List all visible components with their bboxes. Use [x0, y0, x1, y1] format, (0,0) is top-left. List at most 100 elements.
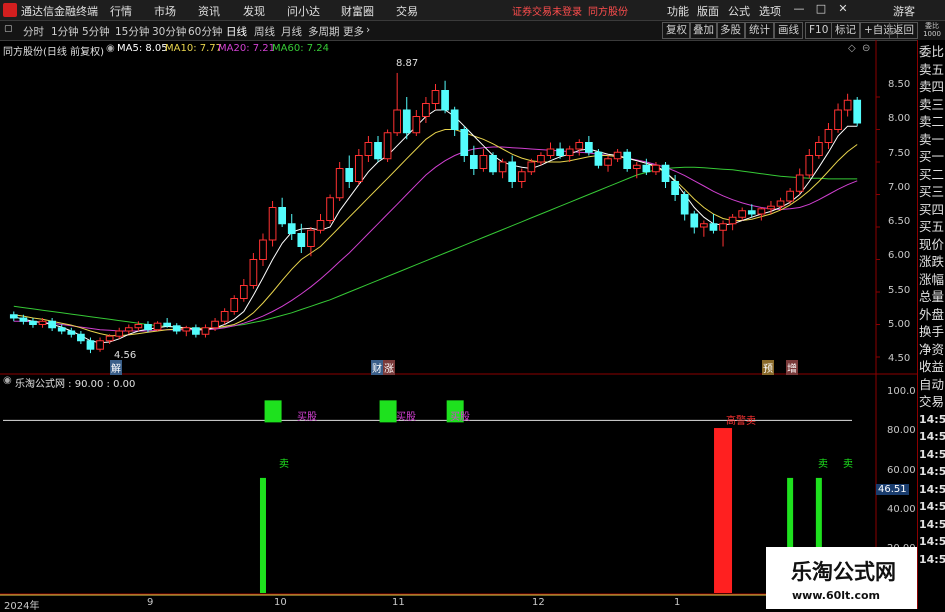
menu-discover[interactable]: 发现 — [243, 3, 265, 19]
candle-body — [642, 164, 651, 173]
menu-news[interactable]: 资讯 — [198, 3, 220, 19]
more-arrow-icon[interactable]: › — [366, 24, 370, 36]
buy-signal-block — [379, 400, 397, 423]
quote-field-item[interactable]: 涨幅 — [919, 272, 944, 287]
period-15min[interactable]: 15分钟 — [115, 24, 149, 39]
candle-body — [335, 168, 344, 199]
back-button[interactable]: 返回 — [889, 22, 918, 39]
x-tick: 2024年 — [4, 601, 40, 612]
quote-field-item[interactable]: 买三 — [919, 185, 944, 199]
trade-time-item[interactable]: 14:56 — [919, 448, 945, 462]
period-more[interactable]: 更多 — [343, 24, 364, 39]
sell-signal-label: 卖 — [843, 459, 853, 470]
period-weekly[interactable]: 周线 — [254, 24, 275, 39]
minimize-icon[interactable]: — — [792, 2, 806, 16]
menu-formula[interactable]: 公式 — [728, 3, 750, 19]
candle-body — [498, 161, 507, 173]
candle-body — [728, 216, 737, 225]
menu-ask[interactable]: 问小达 — [287, 3, 320, 19]
indicator-settings-icon[interactable]: ◉ — [3, 375, 12, 386]
trade-time-item[interactable]: 14:56 — [919, 518, 945, 532]
quote-field-item[interactable]: 总量 — [919, 290, 944, 304]
overlay-button[interactable]: 叠加 — [689, 22, 718, 39]
menu-layout[interactable]: 版面 — [697, 3, 719, 19]
quote-field-item[interactable]: 卖五 — [919, 62, 944, 77]
candle-body — [719, 223, 727, 231]
maximize-icon[interactable]: □ — [814, 2, 828, 16]
mark-button[interactable]: 标记 — [831, 22, 860, 39]
kline-chart[interactable] — [0, 40, 917, 609]
login-status[interactable]: 证券交易未登录 — [512, 3, 582, 18]
candle-body — [489, 155, 497, 173]
quote-field-item[interactable]: 卖一 — [919, 132, 944, 147]
draw-line-button[interactable]: 画线 — [774, 22, 803, 39]
quote-field-item[interactable]: 现价 — [919, 237, 944, 252]
quote-field-item[interactable]: 交易 — [919, 395, 944, 409]
menu-quotes[interactable]: 行情 — [110, 3, 132, 19]
quote-field-item[interactable]: 委比 — [919, 45, 944, 59]
trade-time-item[interactable]: 14:56 — [919, 500, 945, 514]
candle-body — [584, 142, 593, 153]
trade-time-item[interactable]: 14:56 — [919, 553, 945, 567]
ma60-line — [13, 166, 858, 329]
candle-body — [153, 322, 162, 331]
period-monthly[interactable]: 月线 — [281, 24, 302, 39]
app-logo-icon — [3, 3, 17, 17]
event-marker-up[interactable]: 涨 — [383, 360, 395, 375]
trade-time-item[interactable]: 14:56 — [919, 535, 945, 549]
guest-label[interactable]: 游客 — [893, 3, 915, 19]
sell-signal-bar — [259, 477, 266, 593]
period-30min[interactable]: 30分钟 — [152, 24, 186, 39]
quote-field-item[interactable]: 买一 — [919, 150, 944, 164]
quote-field-item[interactable]: 收益 — [919, 360, 944, 374]
y-tick: 5.00 — [888, 319, 911, 330]
candle-body — [374, 142, 382, 160]
period-60min[interactable]: 60分钟 — [188, 24, 222, 39]
quote-field-item[interactable]: 卖三 — [919, 97, 944, 112]
period-tick[interactable]: 分时 — [23, 24, 44, 39]
close-icon[interactable]: ✕ — [836, 2, 850, 16]
trade-time-item[interactable]: 14:56 — [919, 413, 945, 427]
sub-y-tick: 80.00 — [887, 425, 916, 436]
multi-stock-button[interactable]: 多股 — [716, 22, 745, 39]
candle-body — [604, 158, 612, 166]
candle-body — [96, 340, 104, 350]
period-1min[interactable]: 1分钟 — [51, 24, 79, 39]
panel-badge[interactable]: 委比 1000 — [921, 22, 943, 38]
event-marker-finance[interactable]: 财 — [371, 360, 383, 375]
quote-field-item[interactable]: 卖二 — [919, 115, 944, 129]
event-marker-forecast[interactable]: 预 — [762, 360, 774, 375]
y-tick: 7.00 — [888, 182, 911, 193]
stats-button[interactable]: 统计 — [745, 22, 774, 39]
y-tick: 4.50 — [888, 353, 911, 364]
period-daily[interactable]: 日线 — [226, 24, 247, 39]
quote-field-item[interactable]: 买二 — [919, 167, 944, 182]
period-multi[interactable]: 多周期 — [308, 24, 340, 39]
quote-field-item[interactable]: 外盘 — [919, 307, 944, 322]
candle-body — [86, 340, 95, 350]
menu-options[interactable]: 选项 — [759, 3, 781, 19]
menu-trade[interactable]: 交易 — [396, 3, 418, 19]
quote-field-item[interactable]: 净资 — [919, 342, 944, 357]
quote-field-item[interactable]: 涨跌 — [919, 255, 944, 269]
trade-time-item[interactable]: 14:56 — [919, 430, 945, 444]
candle-body — [201, 327, 210, 335]
event-marker-increase[interactable]: 增 — [786, 360, 798, 375]
menu-wealth[interactable]: 财富圈 — [341, 3, 374, 19]
menu-market[interactable]: 市场 — [154, 3, 176, 19]
menu-function[interactable]: 功能 — [667, 3, 689, 19]
candle-body — [632, 164, 641, 169]
candle-body — [412, 116, 421, 134]
event-marker-unlock[interactable]: 解 — [110, 360, 122, 375]
toolbar-menu-icon[interactable]: ▢ — [4, 24, 13, 34]
adjust-button[interactable]: 复权 — [662, 22, 691, 39]
quote-field-item[interactable]: 买四 — [919, 202, 944, 217]
f10-button[interactable]: F10 — [805, 22, 833, 39]
trade-time-item[interactable]: 14:56 — [919, 483, 945, 497]
period-5min[interactable]: 5分钟 — [82, 24, 110, 39]
quote-field-item[interactable]: 卖四 — [919, 80, 944, 94]
quote-field-item[interactable]: 自动 — [919, 377, 944, 392]
trade-time-item[interactable]: 14:56 — [919, 465, 945, 479]
quote-field-item[interactable]: 买五 — [919, 220, 944, 234]
quote-field-item[interactable]: 换手 — [919, 325, 944, 339]
